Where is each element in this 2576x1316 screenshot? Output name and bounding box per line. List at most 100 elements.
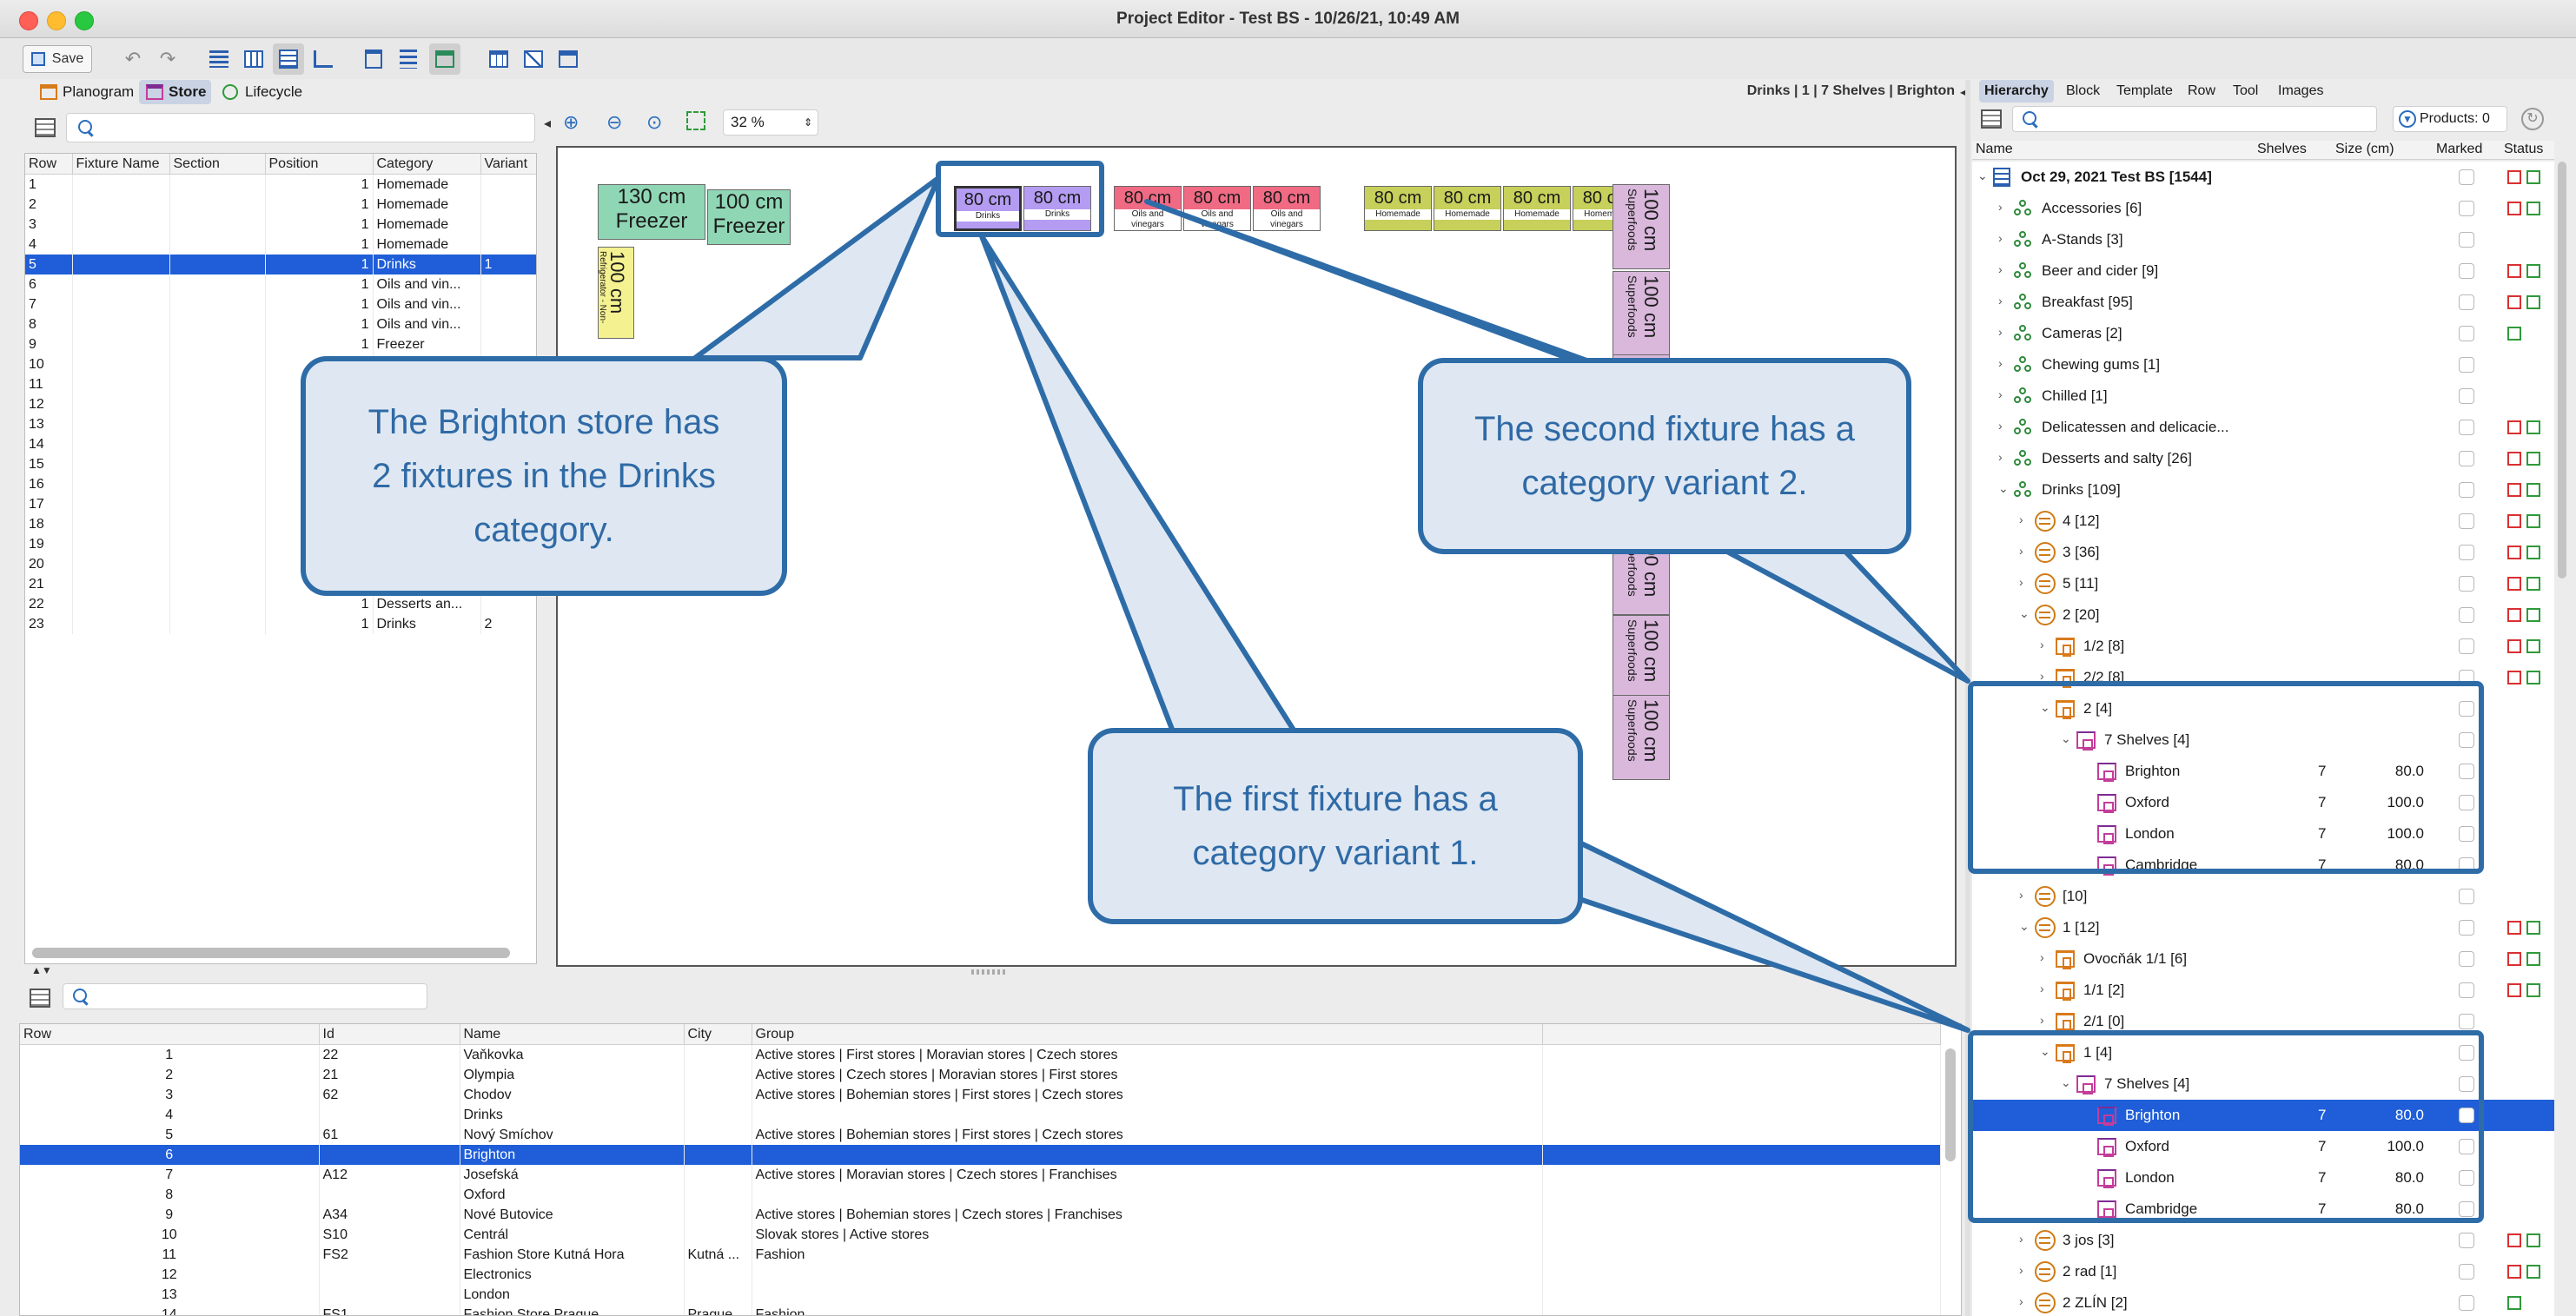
table-row[interactable]: 1 22 Vaňkovka Active stores | First stores … (20, 1044, 1941, 1065)
collapsed-caret-icon[interactable]: › (1998, 450, 2003, 464)
marked-checkbox[interactable] (2459, 232, 2474, 248)
marked-checkbox[interactable] (2459, 982, 2474, 998)
marked-checkbox[interactable] (2459, 638, 2474, 654)
tab-row[interactable]: Row (2182, 80, 2221, 103)
collapsed-caret-icon[interactable]: › (2040, 982, 2044, 995)
hierarchy-settings-icon[interactable] (1981, 109, 2002, 129)
table-row[interactable]: 2 21 Olympia Active stores | Czech stores |… (20, 1065, 1941, 1085)
tree-item[interactable]: › 2 rad [1] (1972, 1256, 2554, 1287)
expanded-caret-icon[interactable]: ⌄ (2019, 606, 2030, 621)
collapsed-caret-icon[interactable]: › (1998, 419, 2003, 433)
table-row[interactable]: 8 1 Oils and vin... (25, 314, 536, 334)
tree-item[interactable]: › Accessories [6] (1972, 193, 2554, 224)
table-row[interactable]: 7 1 Oils and vin... (25, 294, 536, 314)
store-column-header[interactable]: Id (319, 1024, 460, 1045)
collapsed-caret-icon[interactable]: › (2040, 638, 2044, 651)
zoom-reset-icon[interactable]: ⊙ (646, 111, 662, 134)
table-row[interactable]: 22 1 Desserts an... (25, 594, 536, 614)
table-row[interactable]: 7 A12 Josefská Active stores | Moravian sto… (20, 1165, 1941, 1185)
table-row[interactable]: 8 Oxford (20, 1185, 1941, 1205)
table-row[interactable]: 9 A34 Nové Butovice Active stores | Bohemia… (20, 1205, 1941, 1225)
fixture-column-header[interactable]: Variant (480, 154, 536, 175)
tab-lifecycle[interactable]: Lifecycle (215, 80, 308, 104)
report-tool-button[interactable] (520, 45, 547, 73)
table-row[interactable]: 1 1 Homemade (25, 174, 536, 195)
hierarchy-view-button[interactable] (309, 45, 337, 73)
stepper-icon[interactable]: ⇕ (804, 110, 812, 135)
tree-item[interactable]: › Ovocňák 1/1 [6] (1972, 943, 2554, 975)
tab-store[interactable]: Store (139, 80, 212, 104)
tree-item[interactable]: › Chilled [1] (1972, 380, 2554, 412)
store-table-settings-icon[interactable] (30, 989, 50, 1008)
fixture-column-header[interactable]: Section (169, 154, 266, 175)
store-table-scrollbar[interactable] (1945, 1048, 1956, 1161)
expanded-caret-icon[interactable]: ⌄ (1977, 169, 1988, 183)
table-row[interactable]: 2 1 Homemade (25, 195, 536, 215)
marked-checkbox[interactable] (2459, 451, 2474, 466)
collapsed-caret-icon[interactable]: › (1998, 294, 2003, 308)
store-column-header[interactable]: Group (752, 1024, 1543, 1045)
collapsed-caret-icon[interactable]: › (2040, 1013, 2044, 1027)
collapsed-caret-icon[interactable]: › (2019, 1294, 2023, 1308)
tree-item[interactable]: › [10] (1972, 881, 2554, 912)
zoom-out-icon[interactable]: ⊖ (606, 111, 622, 134)
table-row[interactable]: 5 1 Drinks 1 (25, 255, 536, 274)
store-tool-button[interactable] (429, 43, 460, 75)
tree-item[interactable]: › Desserts and salty [26] (1972, 443, 2554, 474)
collapsed-caret-icon[interactable]: › (1998, 200, 2003, 214)
products-filter-button[interactable]: ▼ Products: 0 (2393, 106, 2507, 132)
tree-item[interactable]: › Beer and cider [9] (1972, 255, 2554, 287)
shelf-tool-button[interactable] (394, 45, 422, 73)
refresh-icon[interactable]: ↻ (2521, 108, 2544, 130)
store-column-header[interactable]: City (684, 1024, 752, 1045)
marked-checkbox[interactable] (2459, 1014, 2474, 1029)
columns-view-button[interactable] (240, 45, 268, 73)
table-settings-icon[interactable] (35, 118, 56, 137)
marked-checkbox[interactable] (2459, 388, 2474, 404)
marked-checkbox[interactable] (2459, 201, 2474, 216)
tree-item[interactable]: › A-Stands [3] (1972, 224, 2554, 255)
expand-collapse-arrows[interactable]: ▲▼ (31, 964, 52, 976)
freezer-fixture[interactable]: 130 cm Freezer (598, 184, 705, 240)
fixture-oils-and-vinegars[interactable]: 80 cm Oils and vinegars (1253, 186, 1321, 231)
marked-checkbox[interactable] (2459, 1233, 2474, 1248)
marked-checkbox[interactable] (2459, 326, 2474, 341)
tree-item[interactable]: › Delicatessen and delicacie... (1972, 412, 2554, 443)
tree-item[interactable]: › Breakfast [95] (1972, 287, 2554, 318)
table-row[interactable]: 11 FS2 Fashion Store Kutná Hora Kutná ... Fa… (20, 1245, 1941, 1265)
fixture-column-header[interactable]: Category (373, 154, 481, 175)
tab-template[interactable]: Template (2111, 80, 2178, 103)
marked-checkbox[interactable] (2459, 607, 2474, 623)
fit-to-screen-icon[interactable] (686, 111, 705, 130)
collapsed-caret-icon[interactable]: › (1998, 231, 2003, 245)
table-row[interactable]: 6 Brighton (20, 1145, 1941, 1165)
splitter-handle[interactable] (971, 969, 1006, 975)
zoom-input[interactable]: 32 % ⇕ (723, 109, 818, 136)
collapsed-caret-icon[interactable]: › (2040, 950, 2044, 964)
store-column-header[interactable]: Name (460, 1024, 685, 1045)
fixture-superfoods[interactable]: 100 cmSuperfoods (1612, 695, 1670, 780)
marked-checkbox[interactable] (2459, 920, 2474, 936)
collapse-arrow[interactable]: ◂ (544, 115, 551, 132)
marked-checkbox[interactable] (2459, 482, 2474, 498)
fixture-tool-button[interactable] (360, 45, 387, 73)
fixture-column-header[interactable]: Row (25, 154, 73, 175)
collapsed-caret-icon[interactable]: › (1998, 387, 2003, 401)
tree-item[interactable]: › 5 [11] (1972, 568, 2554, 599)
fixture-column-header[interactable]: Fixture Name (72, 154, 170, 175)
tab-hierarchy[interactable]: Hierarchy (1979, 80, 2054, 103)
tab-planogram[interactable]: Planogram (33, 80, 139, 104)
table-row[interactable]: 4 Drinks (20, 1105, 1941, 1125)
marked-checkbox[interactable] (2459, 951, 2474, 967)
table-row[interactable]: 10 S10 Centrál Slovak stores | Active store… (20, 1225, 1941, 1245)
collapsed-caret-icon[interactable]: › (1998, 262, 2003, 276)
table-tool-button[interactable] (485, 45, 513, 73)
collapsed-caret-icon[interactable]: › (2019, 575, 2023, 589)
collapsed-caret-icon[interactable]: › (2019, 513, 2023, 526)
tree-item[interactable]: ⌄ Oct 29, 2021 Test BS [1544] (1972, 162, 2554, 193)
collapsed-caret-icon[interactable]: › (2019, 888, 2023, 902)
marked-checkbox[interactable] (2459, 576, 2474, 592)
marked-checkbox[interactable] (2459, 263, 2474, 279)
store-map-button[interactable] (554, 45, 582, 73)
marked-checkbox[interactable] (2459, 889, 2474, 904)
